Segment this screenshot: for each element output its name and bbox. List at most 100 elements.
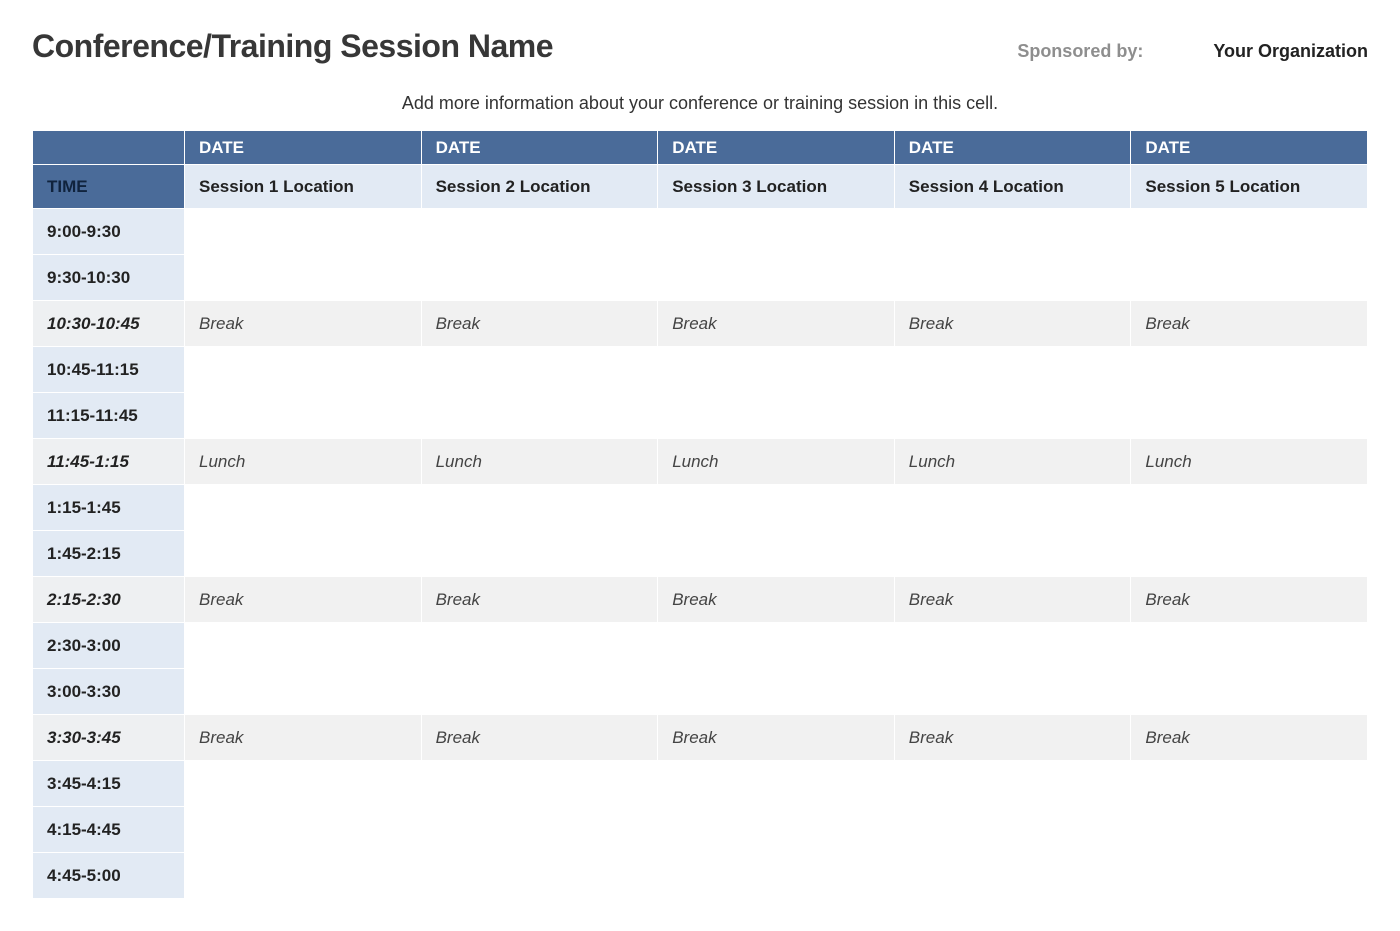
time-cell: 9:30-10:30 [33,255,185,301]
slot-cell [185,209,422,255]
slot-cell: Break [894,577,1131,623]
slot-cell [185,853,422,899]
slot-cell [185,393,422,439]
slot-cell: Break [1131,301,1368,347]
slot-cell [1131,209,1368,255]
table-row: 1:45-2:15 [33,531,1368,577]
session-header-5: Session 5 Location [1131,165,1368,209]
slot-cell [185,255,422,301]
time-cell: 1:45-2:15 [33,531,185,577]
slot-cell: Break [421,577,658,623]
time-cell: 9:00-9:30 [33,209,185,255]
slot-cell [894,669,1131,715]
slot-cell [658,393,895,439]
table-row: 3:30-3:45BreakBreakBreakBreakBreak [33,715,1368,761]
slot-cell [658,209,895,255]
slot-cell [1131,393,1368,439]
time-cell: 2:15-2:30 [33,577,185,623]
slot-cell [421,347,658,393]
organization-name: Your Organization [1213,41,1368,62]
slot-cell [185,531,422,577]
slot-cell [185,347,422,393]
slot-cell: Break [185,715,422,761]
header-row-date: DATE DATE DATE DATE DATE [33,131,1368,165]
slot-cell [1131,669,1368,715]
schedule-table: DATE DATE DATE DATE DATE TIME Session 1 … [32,130,1368,899]
table-row: 2:30-3:00 [33,623,1368,669]
slot-cell [658,531,895,577]
slot-cell: Break [894,715,1131,761]
slot-cell [185,761,422,807]
slot-cell [894,347,1131,393]
page-header: Conference/Training Session Name Sponsor… [32,28,1368,65]
table-row: 10:45-11:15 [33,347,1368,393]
slot-cell: Lunch [658,439,895,485]
slot-cell: Break [1131,577,1368,623]
slot-cell [894,761,1131,807]
time-cell: 3:45-4:15 [33,761,185,807]
table-row: 11:45-1:15LunchLunchLunchLunchLunch [33,439,1368,485]
session-header-2: Session 2 Location [421,165,658,209]
slot-cell [658,807,895,853]
slot-cell [894,393,1131,439]
time-cell: 3:00-3:30 [33,669,185,715]
table-row: 10:30-10:45BreakBreakBreakBreakBreak [33,301,1368,347]
table-row: 11:15-11:45 [33,393,1368,439]
slot-cell [658,255,895,301]
slot-cell [185,807,422,853]
time-cell: 11:15-11:45 [33,393,185,439]
slot-cell [894,209,1131,255]
slot-cell: Lunch [894,439,1131,485]
slot-cell [894,255,1131,301]
date-header-1: DATE [185,131,422,165]
slot-cell: Break [185,301,422,347]
date-header-2: DATE [421,131,658,165]
date-header-3: DATE [658,131,895,165]
slot-cell [894,531,1131,577]
subtitle-text: Add more information about your conferen… [32,93,1368,114]
table-row: 4:15-4:45 [33,807,1368,853]
session-header-3: Session 3 Location [658,165,895,209]
slot-cell [421,485,658,531]
slot-cell [421,255,658,301]
slot-cell [1131,347,1368,393]
time-header: TIME [33,165,185,209]
sponsor-block: Sponsored by: Your Organization [1017,41,1368,62]
slot-cell: Break [421,715,658,761]
time-cell: 3:30-3:45 [33,715,185,761]
slot-cell [894,807,1131,853]
time-cell: 1:15-1:45 [33,485,185,531]
slot-cell [1131,255,1368,301]
table-row: 4:45-5:00 [33,853,1368,899]
table-row: 2:15-2:30BreakBreakBreakBreakBreak [33,577,1368,623]
time-cell: 4:45-5:00 [33,853,185,899]
session-header-4: Session 4 Location [894,165,1131,209]
table-row: 3:00-3:30 [33,669,1368,715]
slot-cell [185,485,422,531]
slot-cell [421,853,658,899]
slot-cell [1131,761,1368,807]
slot-cell: Break [185,577,422,623]
slot-cell [421,669,658,715]
time-cell: 11:45-1:15 [33,439,185,485]
slot-cell [658,623,895,669]
sponsored-by-label: Sponsored by: [1017,41,1143,62]
table-row: 9:30-10:30 [33,255,1368,301]
slot-cell [421,209,658,255]
slot-cell: Lunch [1131,439,1368,485]
slot-cell [658,347,895,393]
slot-cell: Break [658,577,895,623]
slot-cell [1131,485,1368,531]
slot-cell [658,761,895,807]
slot-cell [894,485,1131,531]
time-cell: 2:30-3:00 [33,623,185,669]
slot-cell: Break [894,301,1131,347]
slot-cell [185,669,422,715]
slot-cell: Break [1131,715,1368,761]
slot-cell [894,853,1131,899]
header-row-location: TIME Session 1 Location Session 2 Locati… [33,165,1368,209]
date-header-4: DATE [894,131,1131,165]
time-cell: 10:30-10:45 [33,301,185,347]
slot-cell: Break [421,301,658,347]
time-cell: 10:45-11:15 [33,347,185,393]
